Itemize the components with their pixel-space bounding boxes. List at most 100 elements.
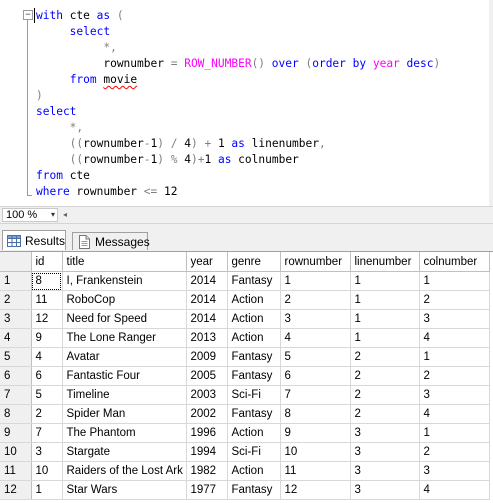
cell-id[interactable]: 8 [31,271,63,291]
cell-year[interactable]: 2003 [186,385,228,405]
cell-rownumber[interactable]: 1 [280,271,351,291]
cell-colnumber[interactable]: 3 [419,385,490,405]
cell-linenumber[interactable]: 1 [350,328,420,348]
cell-year[interactable]: 2005 [186,366,228,386]
cell-title[interactable]: The Phantom [62,423,187,443]
cell-colnumber[interactable]: 1 [419,347,490,367]
cell-id[interactable]: 3 [31,442,63,462]
table-row[interactable]: 4 9 The Lone Ranger 2013 Action 4 1 4 [0,328,490,348]
cell-linenumber[interactable]: 3 [350,480,420,500]
collapse-toggle-icon[interactable]: − [23,10,33,20]
cell-rownumber[interactable]: 11 [280,461,351,481]
cell-year[interactable]: 1996 [186,423,228,443]
cell-title[interactable]: Fantastic Four [62,366,187,386]
sql-code[interactable]: with cte as ( select *, rownumber = ROW_… [36,8,440,200]
cell-genre[interactable]: Action [227,290,281,310]
editor-vertical-scrollbar[interactable] [489,0,493,206]
column-header-linenumber[interactable]: linenumber [350,252,420,272]
cell-id[interactable]: 1 [31,480,63,500]
column-header-id[interactable]: id [31,252,63,272]
row-number-cell[interactable]: 5 [0,347,32,367]
cell-year[interactable]: 1994 [186,442,228,462]
table-row[interactable]: 3 12 Need for Speed 2014 Action 3 1 3 [0,309,490,329]
cell-year[interactable]: 2014 [186,271,228,291]
cell-year[interactable]: 1977 [186,480,228,500]
cell-genre[interactable]: Sci-Fi [227,385,281,405]
cell-rownumber[interactable]: 5 [280,347,351,367]
cell-colnumber[interactable]: 2 [419,366,490,386]
cell-linenumber[interactable]: 1 [350,290,420,310]
table-row[interactable]: 1 8 I, Frankenstein 2014 Fantasy 1 1 1 [0,271,490,291]
row-number-cell[interactable]: 9 [0,423,32,443]
cell-title[interactable]: Timeline [62,385,187,405]
cell-genre[interactable]: Fantasy [227,480,281,500]
row-number-cell[interactable]: 11 [0,461,32,481]
cell-colnumber[interactable]: 4 [419,404,490,424]
cell-genre[interactable]: Action [227,309,281,329]
row-number-cell[interactable]: 12 [0,480,32,500]
cell-linenumber[interactable]: 2 [350,347,420,367]
cell-id[interactable]: 5 [31,385,63,405]
table-row[interactable]: 11 10 Raiders of the Lost Ark 1982 Action 11 3… [0,461,490,481]
row-selector-header[interactable] [0,252,32,272]
cell-colnumber[interactable]: 3 [419,309,490,329]
cell-title[interactable]: Star Wars [62,480,187,500]
cell-year[interactable]: 2014 [186,290,228,310]
cell-linenumber[interactable]: 3 [350,461,420,481]
cell-rownumber[interactable]: 12 [280,480,351,500]
cell-colnumber[interactable]: 3 [419,461,490,481]
cell-colnumber[interactable]: 4 [419,480,490,500]
cell-id[interactable]: 2 [31,404,63,424]
row-number-cell[interactable]: 4 [0,328,32,348]
cell-colnumber[interactable]: 4 [419,328,490,348]
table-row[interactable]: 9 7 The Phantom 1996 Action 9 3 1 [0,423,490,443]
cell-title[interactable]: I, Frankenstein [62,271,187,291]
table-row[interactable]: 7 5 Timeline 2003 Sci-Fi 7 2 3 [0,385,490,405]
table-row[interactable]: 2 11 RoboCop 2014 Action 2 1 2 [0,290,490,310]
row-number-cell[interactable]: 3 [0,309,32,329]
cell-genre[interactable]: Sci-Fi [227,442,281,462]
cell-id[interactable]: 7 [31,423,63,443]
cell-title[interactable]: Raiders of the Lost Ark [62,461,187,481]
cell-rownumber[interactable]: 2 [280,290,351,310]
table-row[interactable]: 6 6 Fantastic Four 2005 Fantasy 6 2 2 [0,366,490,386]
cell-year[interactable]: 2002 [186,404,228,424]
cell-genre[interactable]: Fantasy [227,404,281,424]
query-editor[interactable]: − with cte as ( select *, rownumber = RO… [0,0,493,206]
row-number-cell[interactable]: 6 [0,366,32,386]
cell-linenumber[interactable]: 2 [350,366,420,386]
cell-linenumber[interactable]: 3 [350,442,420,462]
row-number-cell[interactable]: 7 [0,385,32,405]
cell-genre[interactable]: Action [227,423,281,443]
column-header-year[interactable]: year [186,252,228,272]
cell-year[interactable]: 2014 [186,309,228,329]
cell-id[interactable]: 9 [31,328,63,348]
table-row[interactable]: 12 1 Star Wars 1977 Fantasy 12 3 4 [0,480,490,500]
row-number-cell[interactable]: 2 [0,290,32,310]
cell-title[interactable]: Avatar [62,347,187,367]
cell-rownumber[interactable]: 4 [280,328,351,348]
cell-colnumber[interactable]: 1 [419,271,490,291]
cell-genre[interactable]: Action [227,461,281,481]
column-header-rownumber[interactable]: rownumber [280,252,351,272]
cell-id[interactable]: 6 [31,366,63,386]
cell-genre[interactable]: Fantasy [227,347,281,367]
cell-year[interactable]: 1982 [186,461,228,481]
column-header-colnumber[interactable]: colnumber [419,252,490,272]
cell-title[interactable]: Spider Man [62,404,187,424]
cell-genre[interactable]: Fantasy [227,271,281,291]
row-number-cell[interactable]: 1 [0,271,32,291]
row-number-cell[interactable]: 10 [0,442,32,462]
column-header-genre[interactable]: genre [227,252,281,272]
cell-id[interactable]: 4 [31,347,63,367]
tab-results[interactable]: Results [2,230,66,250]
cell-genre[interactable]: Action [227,328,281,348]
chevron-down-icon[interactable]: ▾ [51,209,55,221]
cell-rownumber[interactable]: 8 [280,404,351,424]
table-row[interactable]: 5 4 Avatar 2009 Fantasy 5 2 1 [0,347,490,367]
cell-title[interactable]: Need for Speed [62,309,187,329]
cell-title[interactable]: Stargate [62,442,187,462]
cell-linenumber[interactable]: 3 [350,423,420,443]
table-row[interactable]: 8 2 Spider Man 2002 Fantasy 8 2 4 [0,404,490,424]
cell-linenumber[interactable]: 2 [350,404,420,424]
